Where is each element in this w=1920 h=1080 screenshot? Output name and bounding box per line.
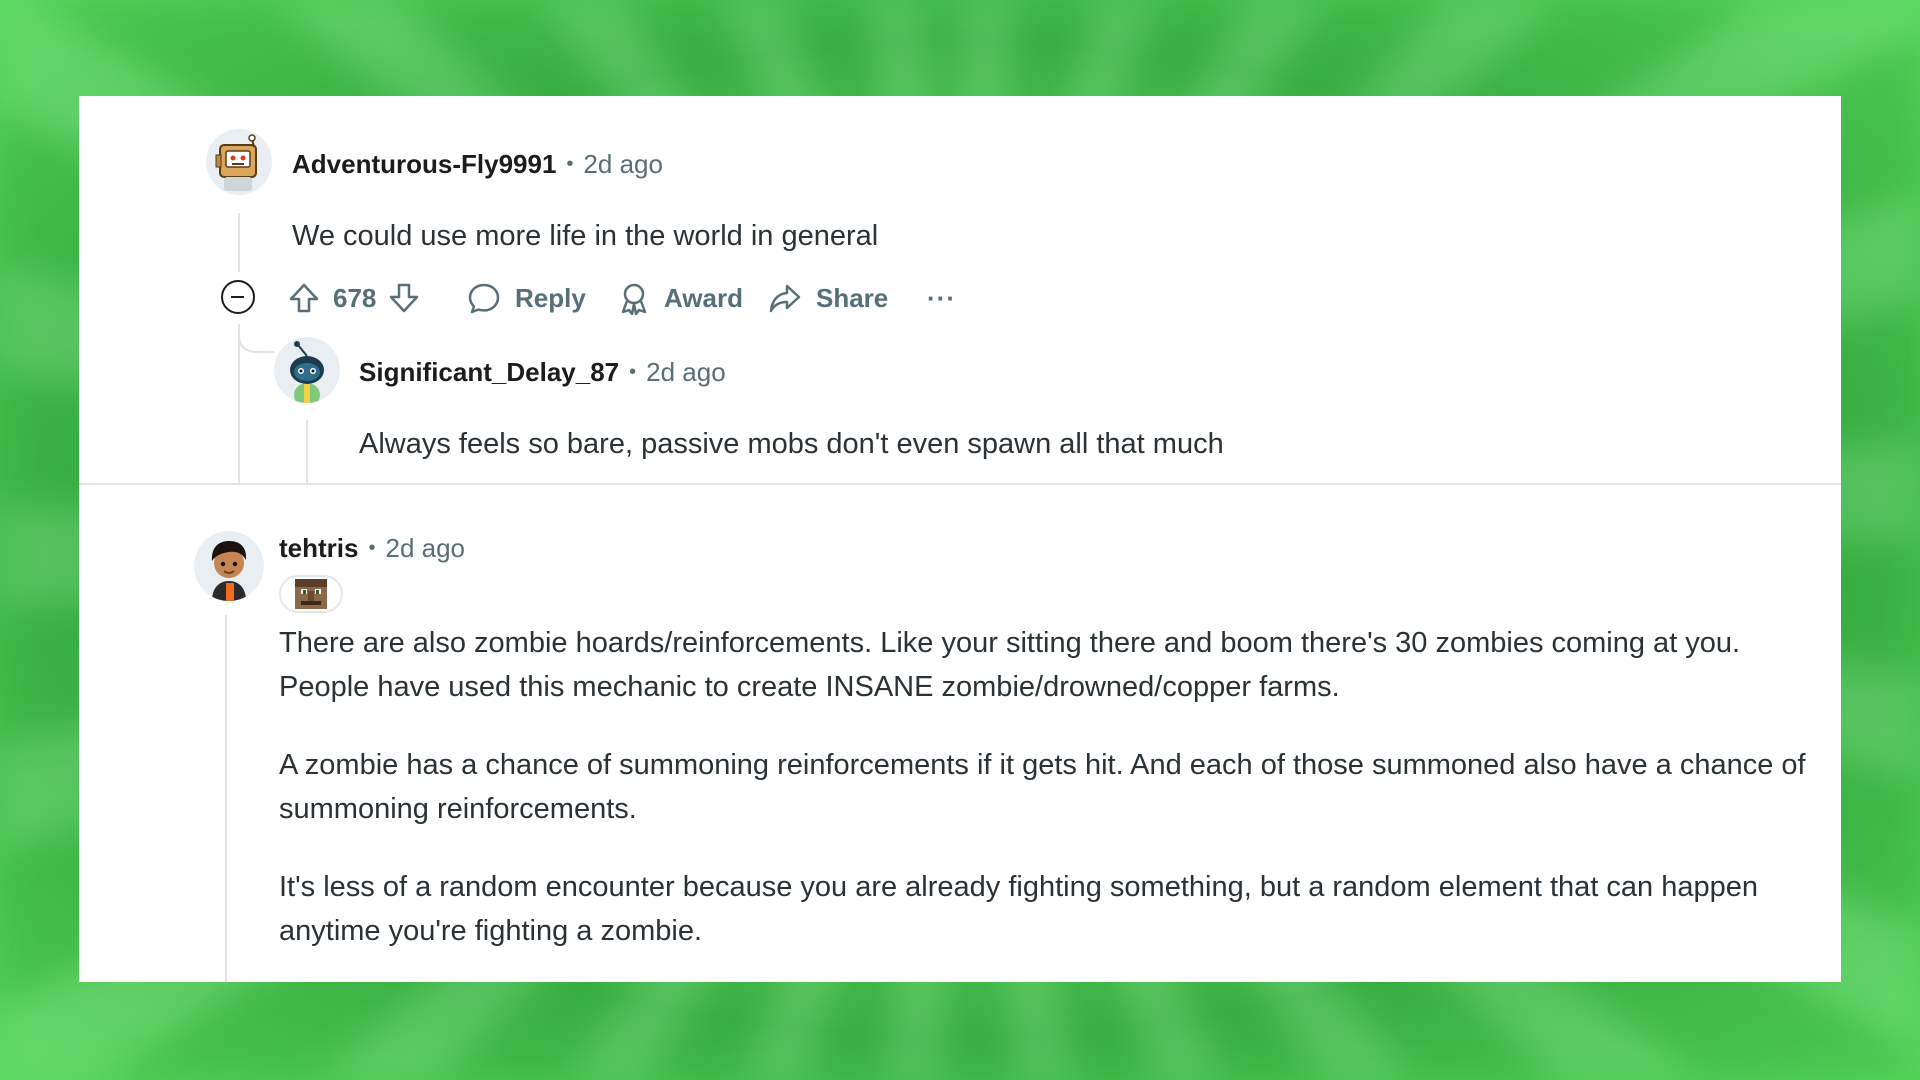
- avatar[interactable]: [206, 129, 272, 195]
- timestamp[interactable]: 2d ago: [646, 357, 726, 388]
- user-flair: [279, 575, 343, 613]
- more-options-button[interactable]: ···: [927, 272, 956, 324]
- reply-meta: Significant_Delay_87 • 2d ago: [359, 354, 726, 390]
- thread-line[interactable]: [225, 615, 227, 982]
- comment-paragraph: A zombie has a chance of summoning reinf…: [279, 749, 1806, 825]
- avatar[interactable]: [194, 531, 264, 601]
- meta-separator: •: [368, 536, 376, 559]
- downvote-icon[interactable]: [387, 281, 421, 315]
- comments-card: Adventurous-Fly9991 • 2d ago We could us…: [79, 96, 1841, 982]
- reply-connector: [238, 324, 274, 353]
- comment-thread-1: Adventurous-Fly9991 • 2d ago We could us…: [79, 96, 1841, 483]
- upvote-icon[interactable]: [287, 281, 321, 315]
- timestamp[interactable]: 2d ago: [583, 149, 663, 180]
- snoo-avatar-icon: [274, 337, 340, 403]
- timestamp[interactable]: 2d ago: [385, 533, 465, 564]
- villager-flair-icon: [295, 579, 327, 609]
- vote-count: 678: [333, 283, 377, 313]
- person-avatar-icon: [194, 531, 264, 601]
- username[interactable]: tehtris: [279, 533, 358, 564]
- award-icon[interactable]: [617, 281, 651, 315]
- share-button[interactable]: Share: [816, 272, 888, 324]
- username[interactable]: Significant_Delay_87: [359, 357, 619, 388]
- thread-line[interactable]: [306, 420, 308, 483]
- reply-icon[interactable]: [467, 281, 501, 315]
- reply-button[interactable]: Reply: [515, 272, 586, 324]
- award-button[interactable]: Award: [664, 272, 743, 324]
- comment-paragraph: It's less of a random encounter because …: [279, 871, 1759, 947]
- meta-separator: •: [566, 152, 574, 175]
- comment-meta: tehtris • 2d ago: [279, 530, 465, 566]
- comment-thread-2: tehtris • 2d ago There are also zombie h…: [79, 485, 1841, 982]
- thread-line[interactable]: [238, 213, 240, 272]
- meta-separator: •: [629, 360, 637, 383]
- avatar[interactable]: [274, 337, 340, 403]
- comment-body: We could use more life in the world in g…: [292, 220, 879, 252]
- username[interactable]: Adventurous-Fly9991: [292, 149, 556, 180]
- comment-meta: Adventurous-Fly9991 • 2d ago: [292, 146, 663, 182]
- collapse-thread-button[interactable]: [221, 280, 255, 314]
- reply-body: Always feels so bare, passive mobs don't…: [359, 428, 1224, 460]
- share-icon[interactable]: [768, 281, 802, 315]
- robot-avatar-icon: [206, 129, 272, 195]
- comment-paragraph: There are also zombie hoards/reinforceme…: [279, 627, 1741, 703]
